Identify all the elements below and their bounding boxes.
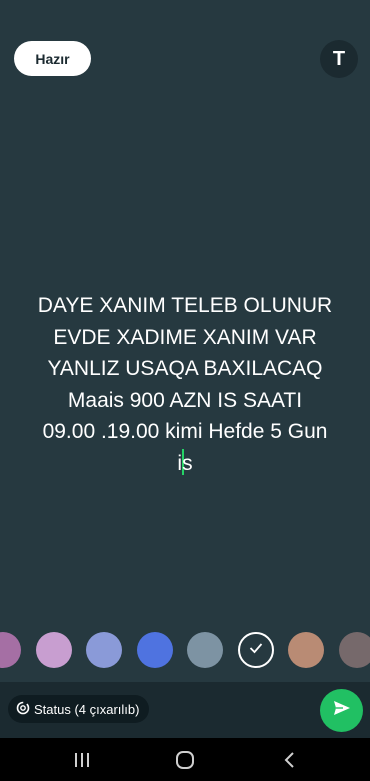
status-privacy-button[interactable]: Status (4 çıxarılıb) <box>8 695 150 723</box>
status-text-line: DAYE XANIM TELEB OLUNUR <box>37 294 333 317</box>
color-swatch[interactable] <box>288 632 324 668</box>
privacy-icon <box>16 701 30 718</box>
send-icon <box>332 698 352 723</box>
home-icon[interactable] <box>173 748 197 772</box>
color-swatch[interactable] <box>0 632 21 668</box>
color-swatch[interactable] <box>136 632 173 668</box>
color-swatch[interactable] <box>35 632 72 668</box>
send-button[interactable] <box>320 689 363 732</box>
status-text-line: 09.00 .19.00 kimi Hefde 5 Gun <box>42 420 328 443</box>
color-swatch[interactable] <box>86 632 122 668</box>
status-text-last-line: is <box>18 448 352 480</box>
status-text-line: YANLIZ USAQA BAXILACAQ <box>47 357 323 380</box>
status-text-line: EVDE XADIME XANIM VAR <box>53 325 317 349</box>
text-style-button[interactable]: T <box>320 40 358 78</box>
status-text-line: Maais 900 AZN IS SAATI <box>67 388 303 412</box>
color-swatch[interactable] <box>187 632 223 668</box>
recent-apps-icon[interactable] <box>70 748 94 772</box>
status-privacy-label: Status (4 çıxarılıb) <box>34 701 140 717</box>
status-text-fragment: s <box>182 451 193 475</box>
color-swatch[interactable] <box>338 632 370 668</box>
done-button[interactable]: Hazır <box>14 41 91 76</box>
status-text-input[interactable]: DAYE XANIM TELEB OLUNUR EVDE XADIME XANI… <box>18 290 352 479</box>
color-palette <box>0 632 370 672</box>
system-navigation-bar <box>0 738 370 781</box>
color-swatch-selected[interactable] <box>237 632 274 668</box>
back-icon[interactable] <box>278 748 302 772</box>
bottom-bar: Status (4 çıxarılıb) <box>0 682 370 738</box>
check-icon <box>249 641 263 659</box>
